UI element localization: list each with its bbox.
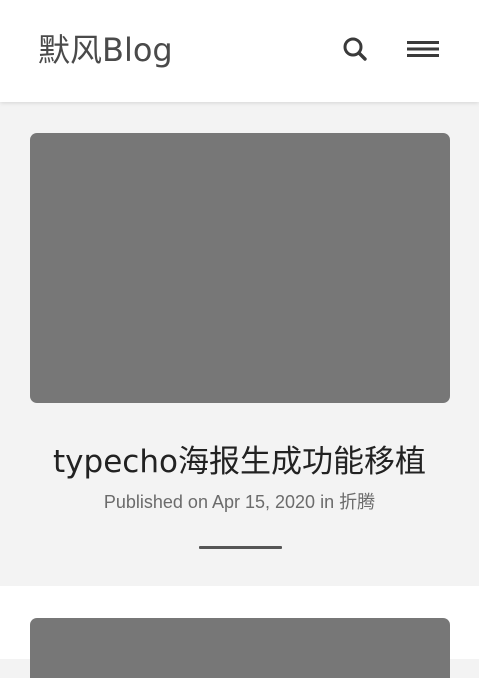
next-post-thumbnail[interactable] bbox=[30, 618, 450, 678]
site-header: 默风Blog bbox=[0, 0, 479, 102]
hamburger-menu-icon bbox=[407, 41, 439, 57]
post-card: typecho海报生成功能移植 Published on Apr 15, 202… bbox=[0, 102, 479, 586]
post-category-link[interactable]: 折腾 bbox=[339, 492, 375, 512]
post-divider bbox=[199, 546, 282, 549]
search-button[interactable] bbox=[340, 34, 370, 64]
search-icon bbox=[343, 37, 367, 61]
post-meta-prefix: Published on bbox=[103, 492, 208, 512]
post-meta-in: in bbox=[320, 492, 335, 512]
post-meta: Published on Apr 15, 2020 in 折腾 bbox=[0, 490, 479, 514]
post-date: Apr 15, 2020 bbox=[211, 492, 316, 512]
post-title[interactable]: typecho海报生成功能移植 bbox=[0, 440, 479, 484]
site-brand[interactable]: 默风Blog bbox=[38, 30, 173, 70]
menu-button[interactable] bbox=[404, 34, 442, 64]
post-thumbnail[interactable] bbox=[30, 133, 450, 403]
